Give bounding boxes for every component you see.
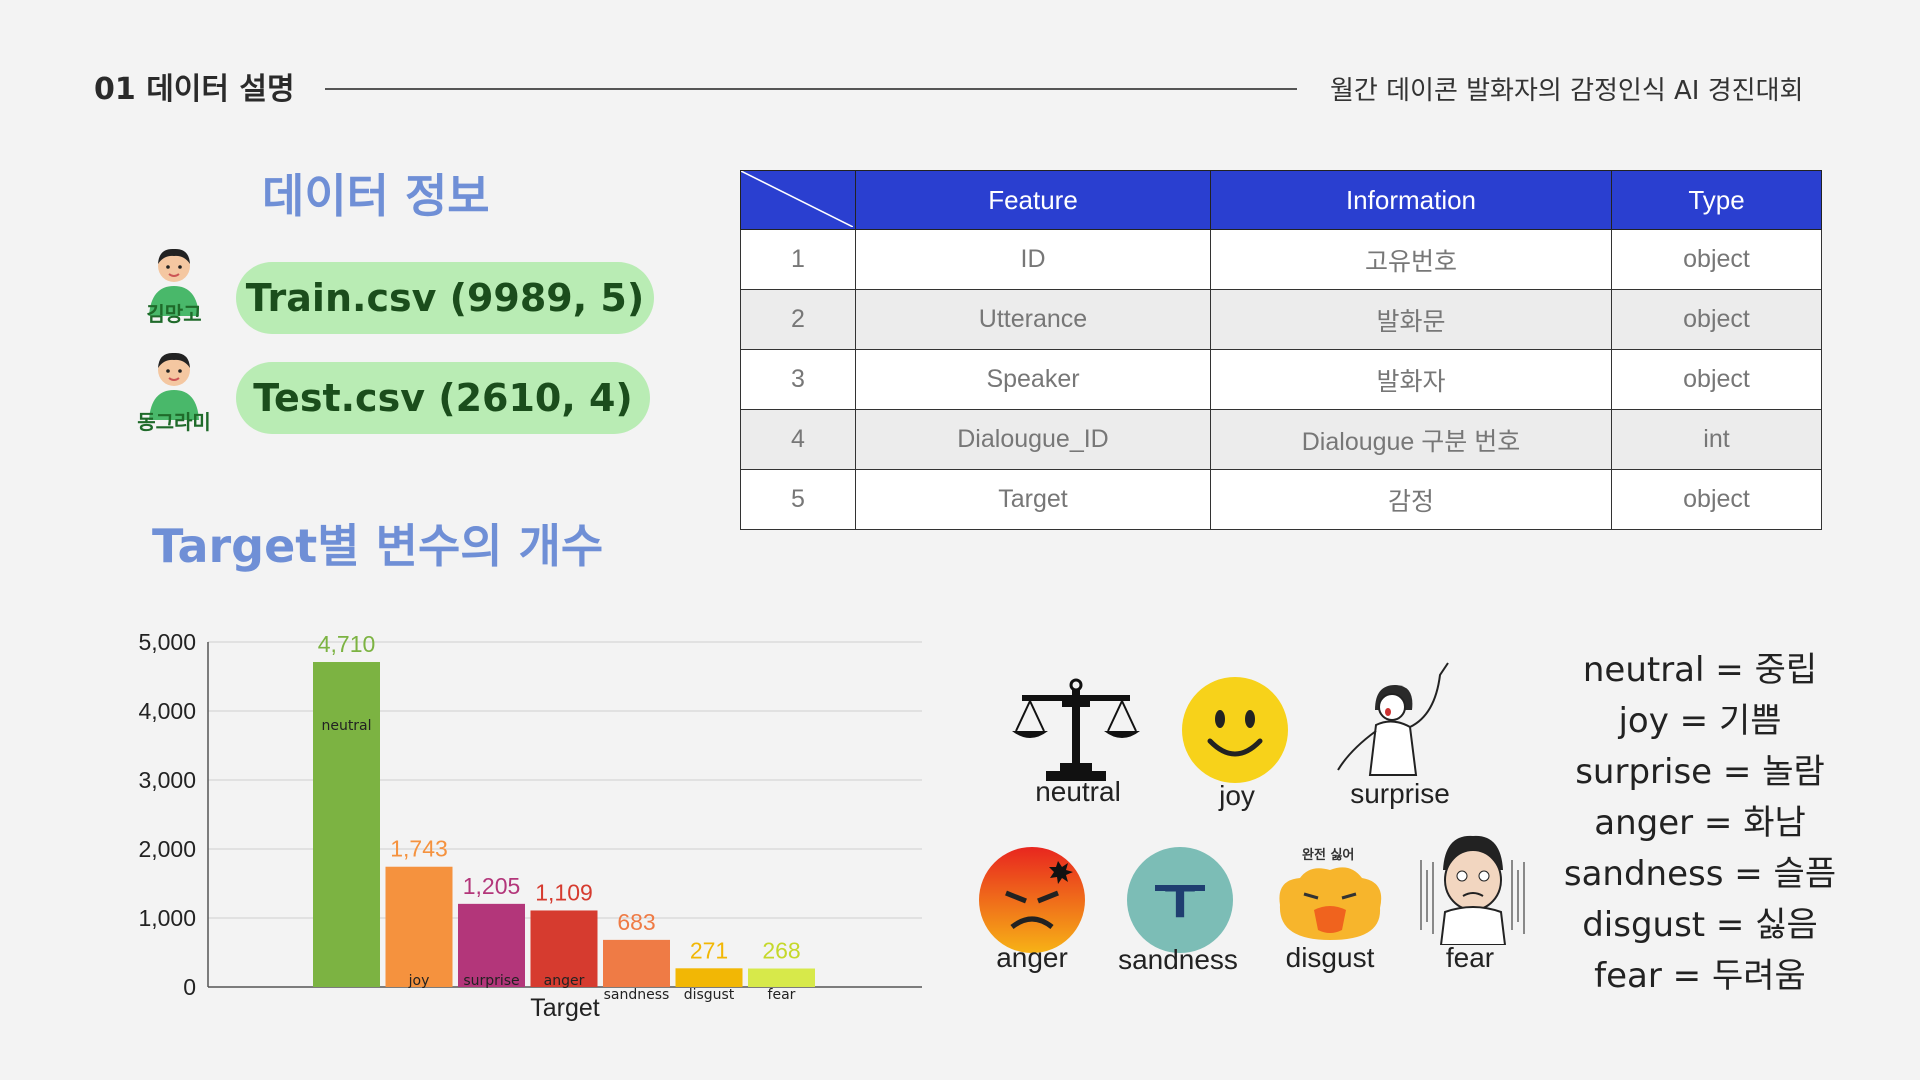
data-label: 683 bbox=[617, 909, 655, 935]
table-corner-cell bbox=[740, 170, 856, 230]
y-tick-label: 0 bbox=[183, 974, 196, 1000]
table-cell: int bbox=[1611, 409, 1822, 470]
fear-person-icon bbox=[1420, 835, 1525, 945]
target-count-bar-chart: 0 1,000 2,000 3,000 4,000 5,000 4,710 neutral 1,… bbox=[138, 629, 922, 1022]
svg-text:T: T bbox=[1165, 877, 1195, 928]
mapping-item: joy = 기쁨 bbox=[1618, 701, 1782, 741]
category-label: anger bbox=[544, 973, 585, 989]
data-info-title: 데이터 정보 bbox=[262, 169, 490, 223]
emotion-label: joy bbox=[1219, 780, 1255, 811]
mapping-item: fear = 두려움 bbox=[1594, 956, 1806, 996]
data-label: 4,710 bbox=[318, 631, 376, 657]
column-header: Information bbox=[1210, 170, 1612, 230]
y-tick-label: 1,000 bbox=[138, 905, 196, 931]
smiley-icon bbox=[1182, 677, 1288, 783]
column-header: Feature bbox=[855, 170, 1211, 230]
mapping-item: neutral = 중립 bbox=[1582, 650, 1818, 690]
column-header: Type bbox=[1611, 170, 1822, 230]
table-cell: object bbox=[1611, 289, 1822, 350]
emotion-translation-list: neutral = 중립 joy = 기쁨 surprise = 놀람 ange… bbox=[1540, 645, 1860, 1002]
category-label: neutral bbox=[321, 718, 371, 734]
table-cell: object bbox=[1611, 229, 1822, 290]
table-row: 3 Speaker 발화자 object bbox=[740, 349, 1822, 410]
section-header: 01 데이터 설명 bbox=[94, 72, 295, 107]
table-cell: object bbox=[1611, 349, 1822, 410]
table-cell: Speaker bbox=[855, 349, 1211, 410]
data-label: 1,205 bbox=[463, 873, 521, 899]
table-cell: 1 bbox=[740, 229, 856, 290]
mapping-item: anger = 화남 bbox=[1594, 803, 1806, 843]
table-row: 2 Utterance 발화문 object bbox=[740, 289, 1822, 350]
table-cell: object bbox=[1611, 469, 1822, 530]
table-cell: 3 bbox=[740, 349, 856, 410]
category-label: disgust bbox=[684, 987, 735, 1003]
category-label: sandness bbox=[604, 987, 670, 1003]
table-cell: Utterance bbox=[855, 289, 1211, 350]
bar-sandness bbox=[603, 939, 670, 987]
emotion-label: disgust bbox=[1285, 942, 1375, 973]
bar-fear bbox=[748, 968, 815, 987]
table-cell: 발화자 bbox=[1210, 349, 1612, 410]
angry-face-icon bbox=[979, 847, 1085, 953]
emotion-label: surprise bbox=[1350, 778, 1450, 809]
target-count-title: Target별 변수의 개수 bbox=[152, 519, 604, 573]
data-label: 1,743 bbox=[390, 836, 448, 862]
bar-joy bbox=[385, 866, 453, 987]
table-cell: 감정 bbox=[1210, 469, 1612, 530]
test-file-badge: Test.csv (2610, 4) bbox=[236, 362, 650, 434]
y-tick-label: 3,000 bbox=[138, 767, 196, 793]
table-row: 1 ID 고유번호 object bbox=[740, 229, 1822, 290]
emotion-label: sandness bbox=[1118, 944, 1238, 975]
table-cell: 발화문 bbox=[1210, 289, 1612, 350]
data-label: 268 bbox=[762, 938, 800, 964]
category-label: fear bbox=[768, 987, 796, 1003]
y-tick-label: 4,000 bbox=[138, 698, 196, 724]
emotion-label: anger bbox=[996, 942, 1068, 973]
table-cell: ID bbox=[855, 229, 1211, 290]
x-axis-title: Target bbox=[530, 994, 600, 1022]
mapping-item: disgust = 싫음 bbox=[1582, 905, 1818, 945]
diagonal-line bbox=[741, 171, 853, 227]
table-cell: Target bbox=[855, 469, 1211, 530]
y-tick-label: 5,000 bbox=[138, 629, 196, 655]
sad-teal-face-icon: T bbox=[1127, 847, 1233, 953]
person-name: 김망고 bbox=[146, 302, 202, 326]
table-cell: 4 bbox=[740, 409, 856, 470]
disgust-blob-icon bbox=[1279, 867, 1382, 940]
table-row: 4 Dialougue_ID Dialougue 구분 번호 int bbox=[740, 409, 1822, 470]
mapping-item: sandness = 슬픔 bbox=[1563, 854, 1837, 894]
train-file-badge: Train.csv (9989, 5) bbox=[236, 262, 654, 334]
table-cell: 2 bbox=[740, 289, 856, 350]
mapping-item: surprise = 놀람 bbox=[1575, 752, 1825, 792]
y-tick-label: 2,000 bbox=[138, 836, 196, 862]
table-row: 5 Target 감정 object bbox=[740, 469, 1822, 530]
data-label: 1,109 bbox=[535, 879, 593, 905]
table-cell: 고유번호 bbox=[1210, 229, 1612, 290]
bar-disgust bbox=[675, 968, 743, 987]
person-name: 동그라미 bbox=[137, 410, 211, 434]
scale-icon bbox=[1012, 678, 1140, 781]
bar-neutral bbox=[313, 662, 380, 987]
feature-table: Feature Information Type 1 ID 고유번호 objec… bbox=[740, 170, 1822, 530]
table-cell: Dialougue 구분 번호 bbox=[1210, 409, 1612, 470]
emotion-label: fear bbox=[1445, 942, 1495, 973]
header-divider bbox=[325, 88, 1297, 90]
data-label: 271 bbox=[690, 937, 728, 963]
table-cell: 5 bbox=[740, 469, 856, 530]
surprise-person-icon bbox=[1337, 662, 1449, 776]
category-label: joy bbox=[408, 973, 430, 989]
table-header-row: Feature Information Type bbox=[740, 170, 1822, 230]
category-label: surprise bbox=[463, 973, 519, 989]
emotion-label: neutral bbox=[1035, 776, 1121, 807]
contest-title: 월간 데이콘 발화자의 감정인식 AI 경진대회 bbox=[1330, 76, 1804, 106]
table-cell: Dialougue_ID bbox=[855, 409, 1211, 470]
